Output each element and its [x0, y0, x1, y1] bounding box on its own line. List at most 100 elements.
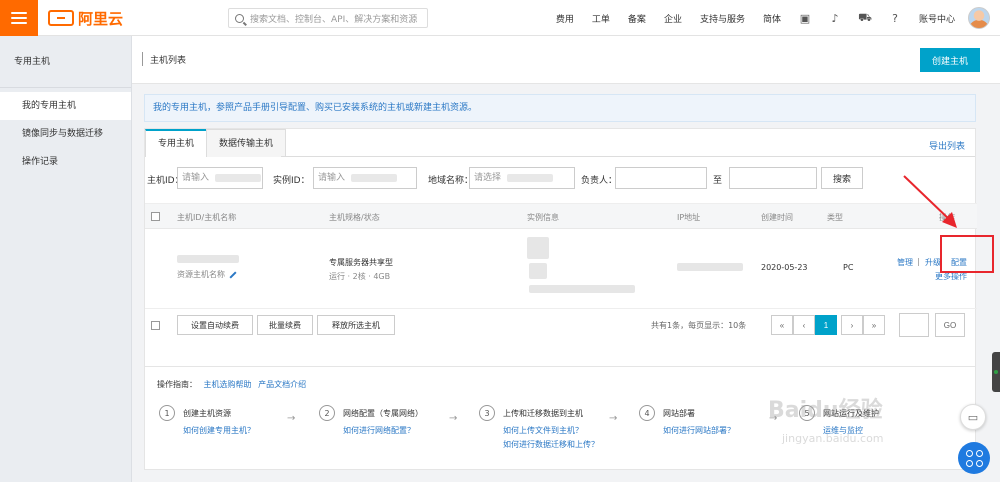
nav-billing[interactable]: 费用	[547, 12, 583, 25]
sidebar-header: 专用主机	[0, 36, 131, 88]
guide-header: 操作指南： 主机选购帮助 产品文档介绍	[157, 379, 306, 390]
highlight-box	[940, 235, 994, 273]
user-center[interactable]: 账号中心	[910, 12, 964, 25]
col-spec: 主机规格/状态	[329, 213, 380, 222]
step-title: 网站部署	[663, 409, 695, 418]
auto-renew-button[interactable]: 设置自动续费	[177, 315, 253, 335]
tab-divider	[281, 156, 975, 157]
instance-redacted-3	[529, 285, 635, 293]
page-last[interactable]: »	[863, 315, 885, 335]
created-date: 2020-05-23	[761, 263, 808, 272]
nav-support[interactable]: 支持与服务	[691, 12, 754, 25]
nav-language[interactable]: 简体	[754, 12, 790, 25]
watermark-url: jingyan.baidu.com	[782, 432, 884, 445]
host-name: 资源主机名称	[177, 269, 237, 280]
select-all-checkbox[interactable]	[151, 212, 160, 221]
instance-label: 实例ID：	[273, 176, 310, 186]
guide-link-buying[interactable]: 主机选购帮助	[204, 380, 252, 389]
sidebar-item-migration[interactable]: 镜像同步与数据迁移	[0, 120, 131, 148]
go-button[interactable]: GO	[935, 313, 965, 337]
filter-bar: 主机ID： 请输入 实例ID： 请输入 地域名称： 请选择 负责人： 至 搜索	[145, 167, 977, 191]
action-separator: |	[917, 257, 920, 266]
scroll-handle[interactable]	[992, 352, 1000, 392]
host-id-placeholder: 请输入	[182, 173, 210, 183]
avatar[interactable]	[968, 7, 990, 29]
instance-placeholder: 请输入	[318, 173, 346, 183]
step-link[interactable]: 如何进行网络配置？	[343, 425, 415, 436]
step-number: 2	[319, 405, 335, 421]
batch-checkbox[interactable]	[151, 321, 160, 330]
col-type: 类型	[827, 213, 843, 222]
guide-link-docs[interactable]: 产品文档介绍	[258, 380, 306, 389]
nav-enterprise[interactable]: 企业	[655, 12, 691, 25]
region-select[interactable]: 请选择	[469, 167, 575, 189]
manage-link[interactable]: 管理	[897, 257, 913, 268]
search-placeholder: 搜索文档、控制台、API、解决方案和资源	[250, 14, 418, 25]
region-placeholder: 请选择	[474, 173, 502, 183]
top-bar: 阿里云 搜索文档、控制台、API、解决方案和资源 费用 工单 备案 企业 支持与…	[0, 0, 1000, 36]
nav-icp[interactable]: 备案	[619, 12, 655, 25]
host-status: 运行 · 2核 · 4GB	[329, 272, 391, 281]
page-next[interactable]: ›	[841, 315, 863, 335]
search-input[interactable]: 搜索文档、控制台、API、解决方案和资源	[228, 8, 428, 28]
step-link[interactable]: 如何创建专用主机？	[183, 425, 255, 436]
step-link[interactable]: 如何进行数据迁移和上传？	[503, 439, 599, 450]
screen-icon[interactable]: ▣	[799, 12, 811, 25]
cart-icon[interactable]: ⛟	[858, 11, 872, 24]
batch-renew-button[interactable]: 批量续费	[257, 315, 313, 335]
page-first[interactable]: «	[771, 315, 793, 335]
menu-icon[interactable]	[0, 0, 38, 36]
page-title: 主机列表	[150, 56, 187, 66]
bell-icon[interactable]: ♪	[829, 12, 841, 25]
instance-input[interactable]: 请输入	[313, 167, 417, 189]
upgrade-link[interactable]: 升级	[925, 257, 941, 268]
title-bar: 主机列表 创建主机	[132, 36, 1000, 84]
tab-dedicated-host[interactable]: 专用主机	[145, 129, 208, 157]
logo[interactable]: 阿里云	[48, 8, 123, 28]
table-header: 主机ID/主机名称 主机规格/状态 实例信息 IP地址 创建时间 类型 操作	[145, 203, 977, 229]
owner-label: 负责人：	[581, 176, 618, 186]
sidebar-item-my-hosts[interactable]: 我的专用主机	[0, 92, 131, 120]
notice-banner: 我的专用主机，参照产品手册引导配置、购买已安装系统的主机或新建主机资源。	[144, 94, 976, 122]
chat-icon[interactable]: ▭	[960, 404, 986, 430]
col-instance: 实例信息	[527, 213, 559, 222]
pager-summary: 共有1条，每页显示：10条	[651, 321, 747, 330]
search-button[interactable]: 搜索	[821, 167, 863, 189]
nav-ticket[interactable]: 工单	[583, 12, 619, 25]
guide-title: 操作指南：	[157, 380, 197, 389]
range-input[interactable]	[729, 167, 817, 189]
page-current[interactable]: 1	[815, 315, 837, 335]
step-title: 上传和迁移数据到主机	[503, 409, 583, 418]
region-label: 地域名称：	[428, 176, 474, 186]
step-arrow-icon: →	[287, 413, 296, 424]
export-link[interactable]: 导出列表	[929, 139, 965, 152]
host-id-input[interactable]: 请输入	[177, 167, 263, 189]
tab-bar: 专用主机 数据传输主机	[145, 129, 287, 157]
col-actions: 操作	[939, 213, 955, 222]
host-name-text: 资源主机名称	[177, 270, 225, 279]
apps-icon[interactable]	[958, 442, 990, 474]
edit-icon[interactable]	[229, 270, 237, 279]
title-divider	[142, 52, 143, 66]
host-type: PC	[843, 263, 854, 272]
step-title: 创建主机资源	[183, 409, 231, 418]
step-arrow-icon: →	[449, 413, 458, 424]
sidebar-item-logs[interactable]: 操作记录	[0, 148, 131, 176]
step-link[interactable]: 如何上传文件到主机？	[503, 425, 583, 436]
range-label: 至	[713, 176, 723, 186]
owner-input[interactable]	[615, 167, 707, 189]
instance-redacted-1	[527, 237, 549, 259]
tab-transfer-host[interactable]: 数据传输主机	[206, 129, 287, 157]
sidebar: 专用主机 我的专用主机 镜像同步与数据迁移 操作记录	[0, 36, 132, 482]
page-jump-input[interactable]	[899, 313, 929, 337]
release-button[interactable]: 释放所选主机	[317, 315, 395, 335]
col-host-id: 主机ID/主机名称	[177, 213, 237, 222]
logo-text: 阿里云	[78, 9, 124, 28]
step-number: 1	[159, 405, 175, 421]
step-title: 网络配置（专属网络）	[343, 409, 423, 418]
create-host-button[interactable]: 创建主机	[920, 48, 980, 72]
page-prev[interactable]: ‹	[793, 315, 815, 335]
ip-redacted	[677, 263, 743, 271]
help-icon[interactable]: ?	[889, 12, 901, 25]
step-link[interactable]: 如何进行网站部署？	[663, 425, 735, 436]
